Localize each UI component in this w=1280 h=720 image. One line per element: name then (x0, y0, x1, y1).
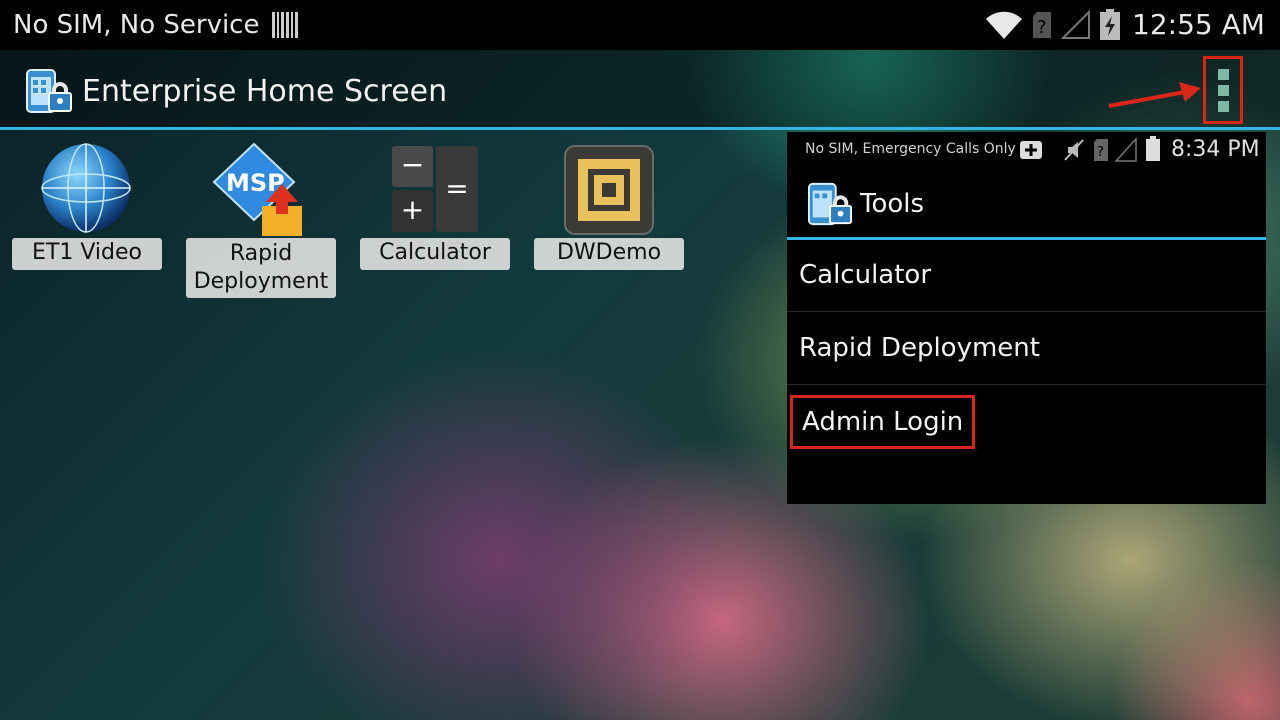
calculator-icon: − = + (392, 146, 478, 232)
menu-item-calculator[interactable]: Calculator (787, 240, 1266, 312)
annotation-arrow-icon (1108, 82, 1201, 108)
enterprise-home-screen-logo-icon (26, 69, 72, 113)
app-label: Rapid Deployment (186, 238, 336, 298)
overflow-menu-button[interactable] (1203, 56, 1243, 124)
carrier-text: No SIM, No Service (13, 10, 260, 40)
globe-icon (41, 143, 131, 233)
signal-icon (1115, 138, 1137, 162)
app-label: DWDemo (534, 238, 684, 270)
tools-menu-panel: No SIM, Emergency Calls Only ? 8:34 PM T… (787, 132, 1266, 504)
dwdemo-icon (564, 145, 654, 235)
no-sim-icon: ? (1094, 139, 1108, 161)
app-label: Calculator (360, 238, 510, 270)
panel-carrier-text: No SIM, Emergency Calls Only (805, 141, 1016, 157)
panel-clock: 8:34 PM (1171, 137, 1260, 162)
clock: 12:55 AM (1132, 8, 1265, 41)
menu-item-admin-login[interactable]: Admin Login (787, 386, 1266, 458)
no-sim-icon: ? (1033, 12, 1051, 38)
panel-status-bar: No SIM, Emergency Calls Only ? 8:34 PM (787, 132, 1266, 168)
overflow-menu-icon (1217, 68, 1229, 80)
msp-icon: MSP (212, 142, 302, 236)
app-label: ET1 Video (12, 238, 162, 270)
enterprise-home-screen-logo-icon (807, 182, 853, 226)
menu-item-label: Calculator (799, 260, 932, 290)
barcode-scanner-icon (272, 12, 299, 38)
tools-title: Tools (860, 189, 925, 219)
battery-charging-icon (1100, 9, 1120, 40)
action-bar-divider (0, 127, 1280, 130)
menu-item-label: Admin Login (790, 395, 976, 449)
status-icons: ? (985, 8, 1121, 42)
status-bar: No SIM, No Service ? 12:55 AM (0, 0, 1280, 50)
wifi-icon (986, 11, 1022, 39)
add-icon (1020, 141, 1042, 159)
signal-icon (1061, 10, 1090, 39)
menu-item-label: Rapid Deployment (799, 333, 1040, 363)
svg-text:?: ? (1037, 17, 1047, 38)
battery-icon (1146, 136, 1160, 161)
mute-icon (1064, 139, 1084, 161)
menu-item-rapid-deployment[interactable]: Rapid Deployment (787, 313, 1266, 385)
svg-text:?: ? (1097, 145, 1104, 160)
page-title: Enterprise Home Screen (82, 74, 448, 109)
